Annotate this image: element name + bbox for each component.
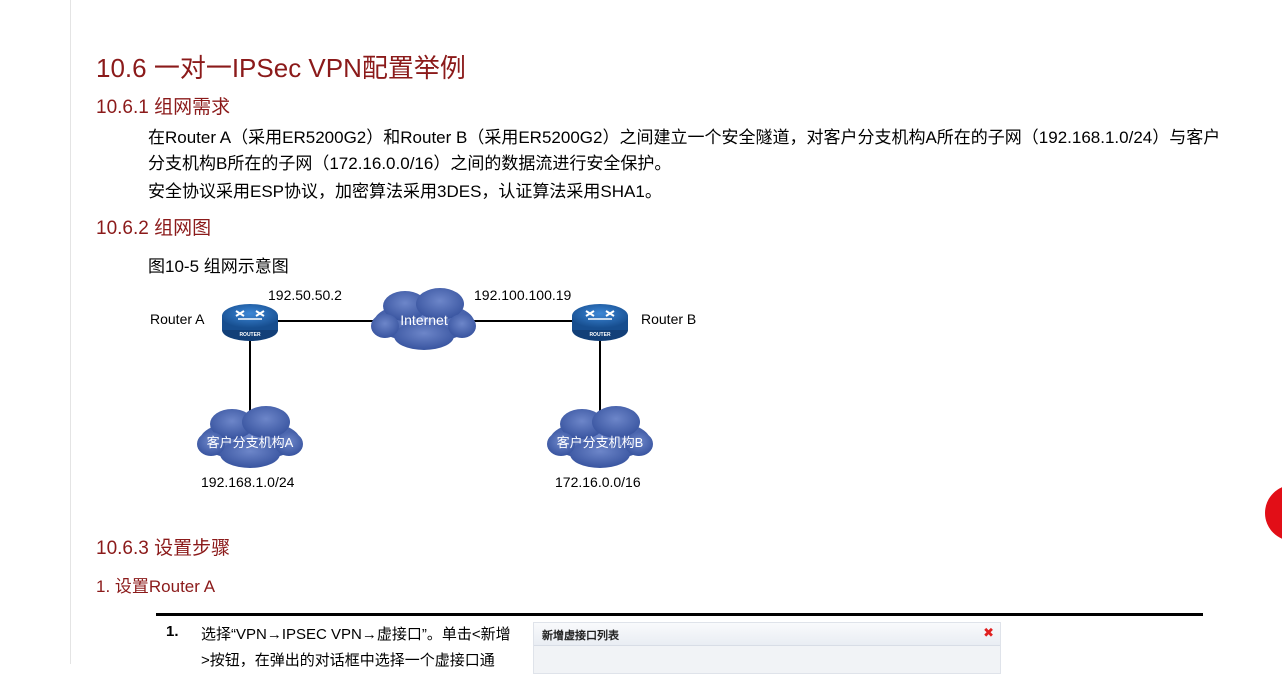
router-b-badge: ROUTER [589,332,611,338]
subsection-steps-heading: 10.6.3 设置步骤 [96,538,231,559]
step-number: 1. [166,623,179,640]
close-icon[interactable]: ✖ [983,625,994,641]
network-diagram [197,288,653,468]
internet-label: Internet [400,312,448,328]
router-b-ip: 192.100.100.19 [474,287,572,303]
branch-b-label: 客户分支机构B [556,435,644,450]
dialog-header: 新增虚接口列表 ✖ [534,623,1000,646]
step-description: 选择“VPN→IPSEC VPN→虚接口”。单击<新增 >按钮，在弹出的对话框中… [201,622,521,674]
branch-a-label: 客户分支机构A [206,435,294,450]
router-b-label: Router B [641,311,697,327]
subnet-a-label: 192.168.1.0/24 [201,474,295,490]
dialog-title: 新增虚接口列表 [542,630,619,642]
step-text-line-1: 选择“VPN→IPSEC VPN→虚接口”。单击<新增 [201,626,511,643]
subnet-b-label: 172.16.0.0/16 [555,474,641,490]
step-group-heading: 1. 设置Router A [96,577,216,596]
step-text-line-2: >按钮，在弹出的对话框中选择一个虚接口通 [201,652,495,669]
add-virtual-interface-dialog: 新增虚接口列表 ✖ [533,622,1001,674]
table-top-rule [156,613,1203,616]
router-a-ip: 192.50.50.2 [268,287,342,303]
router-a-label: Router A [150,311,205,327]
router-a-badge: ROUTER [239,332,261,338]
